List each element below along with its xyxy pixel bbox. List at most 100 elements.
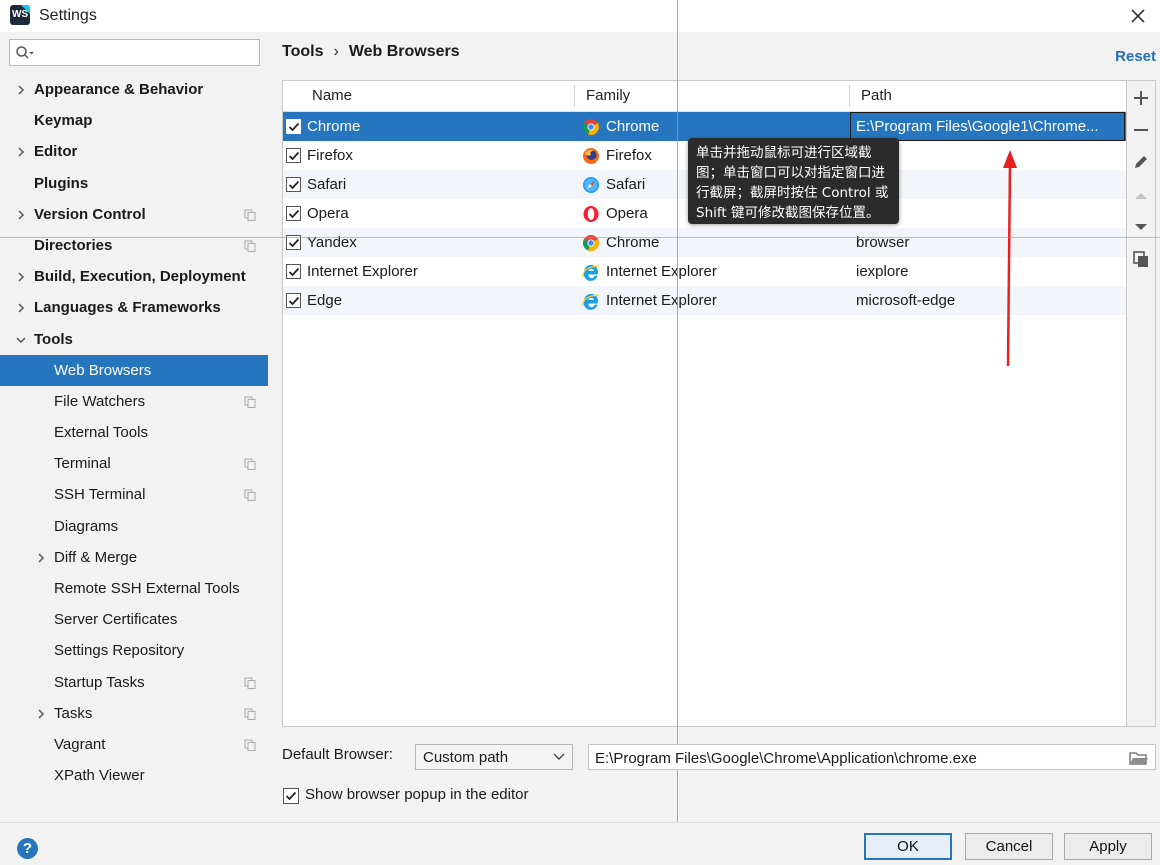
cancel-button[interactable]: Cancel (965, 833, 1053, 860)
sidebar-item-tools[interactable]: Tools (0, 324, 268, 355)
browser-path-input[interactable] (595, 748, 1120, 768)
sidebar-item-label: Build, Execution, Deployment (34, 268, 246, 286)
show-popup-label[interactable]: Show browser popup in the editor (305, 786, 528, 803)
sidebar-item-label: File Watchers (54, 392, 146, 410)
chevron-right-icon[interactable] (36, 709, 46, 719)
sidebar-item-ssh-terminal[interactable]: SSH Terminal (0, 479, 268, 510)
help-button[interactable]: ? (17, 838, 38, 859)
browser-family-cell[interactable]: Internet Explorer (606, 286, 717, 315)
column-header-family[interactable]: Family (586, 81, 630, 111)
settings-search-input[interactable] (38, 43, 253, 62)
opera-icon (583, 206, 599, 222)
chevron-right-icon[interactable] (16, 147, 26, 157)
browser-enabled-checkbox[interactable] (286, 177, 301, 192)
default-browser-label: Default Browser: (282, 746, 393, 763)
checkmark-icon (285, 791, 297, 801)
move-up-icon[interactable] (1132, 187, 1150, 205)
chevron-right-icon[interactable] (16, 85, 26, 95)
project-scope-icon (244, 240, 256, 252)
browser-family-cell[interactable]: Internet Explorer (606, 257, 717, 286)
sidebar-item-label: Tools (34, 330, 73, 348)
browser-enabled-checkbox[interactable] (286, 206, 301, 221)
browser-family-cell[interactable]: Chrome (606, 228, 659, 257)
sidebar-item-remote-ssh-external-tools[interactable]: Remote SSH External Tools (0, 573, 268, 604)
sidebar-item-web-browsers[interactable]: Web Browsers (0, 354, 268, 386)
browser-path-cell[interactable]: browser (856, 228, 909, 257)
add-icon[interactable] (1132, 89, 1150, 107)
tooltip-line: 行截屏；截屏时按住 Control 或 (696, 185, 889, 201)
browser-enabled-checkbox[interactable] (286, 119, 301, 134)
chevron-right-icon[interactable] (36, 553, 46, 563)
chevron-right-icon[interactable] (16, 303, 26, 313)
settings-search-box[interactable] (9, 39, 260, 66)
sidebar-item-tasks[interactable]: Tasks (0, 698, 268, 729)
table-row[interactable]: Chrome Chrome E:\Program Files\Google1\Chr… (283, 112, 1126, 141)
close-icon (1131, 9, 1145, 23)
folder-icon[interactable] (1129, 750, 1149, 766)
close-button[interactable] (1126, 4, 1150, 28)
checkmark-icon (288, 151, 300, 161)
browser-enabled-checkbox[interactable] (286, 293, 301, 308)
remove-icon[interactable] (1132, 121, 1150, 139)
browser-enabled-checkbox[interactable] (286, 148, 301, 163)
browser-path-editor[interactable]: E:\Program Files\Google1\Chrome... (850, 112, 1125, 141)
tooltip-line: Shift 键可修改截图保存位置。 (696, 205, 880, 221)
breadcrumb-parent[interactable]: Tools (282, 43, 323, 60)
ok-button[interactable]: OK (864, 833, 952, 860)
sidebar-item-label: Directories (34, 236, 113, 254)
sidebar-item-startup-tasks[interactable]: Startup Tasks (0, 667, 268, 698)
column-header-path[interactable]: Path (861, 81, 892, 111)
column-header-name[interactable]: Name (312, 81, 352, 111)
sidebar-item-file-watchers[interactable]: File Watchers (0, 386, 268, 417)
show-popup-checkbox[interactable] (283, 788, 299, 804)
project-scope-icon (244, 708, 256, 720)
sidebar-item-build-execution-deployment[interactable]: Build, Execution, Deployment (0, 261, 268, 292)
edit-icon[interactable] (1132, 153, 1150, 171)
sidebar-item-label: XPath Viewer (54, 767, 145, 785)
copy-icon[interactable] (1132, 250, 1150, 268)
move-down-icon[interactable] (1132, 218, 1150, 236)
project-scope-icon (244, 739, 256, 751)
sidebar-item-editor[interactable]: Editor (0, 136, 268, 167)
sidebar-item-vagrant[interactable]: Vagrant (0, 729, 268, 760)
sidebar-item-plugins[interactable]: Plugins (0, 168, 268, 199)
browser-family-cell[interactable]: Opera (606, 199, 648, 228)
sidebar-item-diagrams[interactable]: Diagrams (0, 511, 268, 542)
sidebar-item-appearance-behavior[interactable]: Appearance & Behavior (0, 74, 268, 105)
sidebar-item-settings-repository[interactable]: Settings Repository (0, 635, 268, 666)
browser-name-cell: Opera (307, 205, 349, 222)
browser-family-cell[interactable]: Safari (606, 170, 645, 199)
checkmark-icon (288, 238, 300, 248)
browser-path-field[interactable] (588, 744, 1156, 770)
sidebar-item-external-tools[interactable]: External Tools (0, 417, 268, 448)
sidebar-item-label: Diff & Merge (54, 548, 138, 566)
search-icon (16, 46, 34, 59)
sidebar-item-directories[interactable]: Directories (0, 230, 268, 261)
reset-link[interactable]: Reset (1115, 48, 1156, 65)
project-scope-icon (244, 396, 256, 408)
sidebar-item-diff-merge[interactable]: Diff & Merge (0, 542, 268, 573)
sidebar-item-version-control[interactable]: Version Control (0, 199, 268, 230)
chevron-right-icon[interactable] (16, 210, 26, 220)
sidebar-item-label: Diagrams (54, 517, 119, 535)
sidebar-item-keymap[interactable]: Keymap (0, 105, 268, 136)
browser-family-cell[interactable]: Firefox (606, 141, 652, 170)
apply-button[interactable]: Apply (1064, 833, 1152, 860)
chevron-right-icon[interactable] (16, 272, 26, 282)
window-title: Settings (39, 7, 97, 24)
ie-icon (582, 293, 600, 310)
project-scope-icon (244, 209, 256, 221)
browser-path-cell[interactable]: iexplore (856, 257, 909, 286)
chrome-icon (583, 119, 599, 135)
browser-path-cell[interactable]: microsoft-edge (856, 286, 955, 315)
sidebar-item-server-certificates[interactable]: Server Certificates (0, 604, 268, 635)
chevron-down-icon[interactable] (16, 335, 26, 345)
browser-family-cell[interactable]: Chrome (606, 112, 659, 141)
sidebar-item-languages-frameworks[interactable]: Languages & Frameworks (0, 292, 268, 323)
sidebar-item-terminal[interactable]: Terminal (0, 448, 268, 479)
sidebar-item-xpath-viewer[interactable]: XPath Viewer (0, 760, 268, 791)
sidebar-item-label: Vagrant (54, 735, 106, 753)
default-browser-select[interactable]: Custom path (415, 744, 573, 770)
browser-enabled-checkbox[interactable] (286, 264, 301, 279)
breadcrumb-separator: › (333, 43, 339, 60)
